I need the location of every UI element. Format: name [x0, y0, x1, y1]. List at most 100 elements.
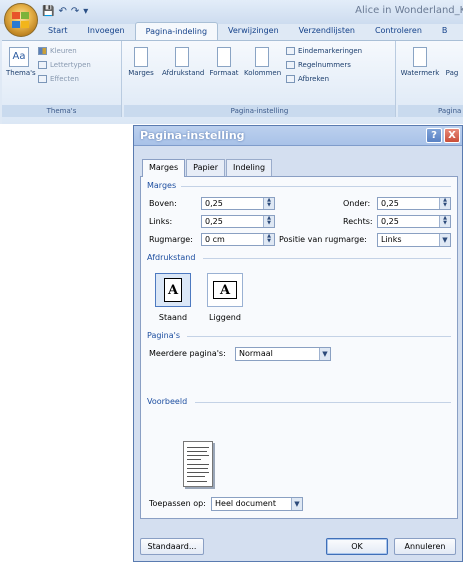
- portrait-option[interactable]: A Staand: [155, 273, 191, 322]
- hyphenation-label: Afbreken: [298, 75, 330, 83]
- tab-controleren[interactable]: Controleren: [365, 22, 432, 40]
- gutter-value: 0 cm: [205, 235, 225, 244]
- orientation-section-title: Afdrukstand: [147, 253, 196, 262]
- right-label: Rechts:: [343, 217, 373, 226]
- themes-group: Aa Thema's Kleuren Lettertypen Effecten …: [2, 41, 122, 117]
- tab-verwijzingen[interactable]: Verwijzingen: [218, 22, 289, 40]
- gutter-input[interactable]: 0 cm ▲ ▼: [201, 233, 275, 246]
- spin-arrows-icon[interactable]: ▲ ▼: [263, 198, 274, 209]
- landscape-label: Liggend: [209, 313, 241, 322]
- columns-icon: [255, 47, 269, 67]
- hyphenation-button[interactable]: Afbreken: [286, 75, 329, 83]
- bottom-label: Onder:: [343, 199, 371, 208]
- dialog-title-bar: Pagina-instelling ? X: [134, 126, 462, 146]
- help-button[interactable]: ?: [426, 128, 442, 143]
- chevron-down-icon[interactable]: ▼: [291, 498, 302, 510]
- document-title: Alice in Wonderland_Kl: [355, 5, 463, 16]
- columns-button[interactable]: Kolommen: [244, 47, 281, 77]
- themes-icon: Aa: [9, 47, 29, 67]
- page-color-button[interactable]: Pag: [442, 47, 462, 77]
- tab-start[interactable]: Start: [38, 22, 78, 40]
- left-margin-input[interactable]: 0,25 ▲ ▼: [201, 215, 275, 228]
- ribbon-tabs: Start Invoegen Pagina-indeling Verwijzin…: [38, 22, 457, 40]
- portrait-label: Staand: [158, 313, 188, 322]
- left-margin-value: 0,25: [205, 217, 223, 226]
- left-label: Links:: [149, 217, 173, 226]
- section-divider: [203, 258, 451, 259]
- spin-arrows-icon[interactable]: ▲ ▼: [439, 216, 450, 227]
- themes-group-label: Thema's: [2, 105, 121, 117]
- section-divider: [195, 402, 451, 403]
- redo-icon[interactable]: ↷: [71, 6, 79, 17]
- preview-section-title: Voorbeeld: [147, 397, 188, 406]
- tab-invoegen[interactable]: Invoegen: [78, 22, 135, 40]
- gutter-label: Rugmarge:: [149, 235, 193, 244]
- multiple-pages-select[interactable]: Normaal ▼: [235, 347, 331, 361]
- apply-to-value: Heel document: [215, 499, 276, 508]
- undo-icon[interactable]: ↶: [58, 6, 66, 17]
- breaks-icon: [286, 47, 295, 55]
- page-background-group-label: Pagina: [398, 105, 463, 117]
- ok-button[interactable]: OK: [326, 538, 388, 555]
- spin-arrows-icon[interactable]: ▲ ▼: [439, 198, 450, 209]
- margins-label: Marges: [128, 69, 154, 77]
- size-icon: [217, 47, 231, 67]
- margins-button[interactable]: Marges: [128, 47, 154, 77]
- colors-icon: [38, 47, 47, 55]
- chevron-down-icon[interactable]: ▼: [319, 348, 330, 360]
- watermark-button[interactable]: Watermerk: [400, 47, 440, 77]
- customize-qat-icon[interactable]: ▾: [83, 6, 88, 17]
- save-icon[interactable]: 💾: [42, 6, 54, 17]
- orientation-button[interactable]: Afdrukstand: [162, 47, 204, 77]
- size-button[interactable]: Formaat: [208, 47, 240, 77]
- top-label: Boven:: [149, 199, 177, 208]
- bottom-margin-value: 0,25: [381, 199, 399, 208]
- tab-papier[interactable]: Papier: [186, 159, 226, 176]
- cancel-button[interactable]: Annuleren: [394, 538, 456, 555]
- tab-verzendlijsten[interactable]: Verzendlijsten: [289, 22, 365, 40]
- landscape-option[interactable]: A Liggend: [207, 273, 243, 322]
- multiple-pages-label: Meerdere pagina's:: [149, 349, 226, 358]
- dialog-panel: Marges Boven: 0,25 ▲ ▼ Onder: 0,25 ▲ ▼ Lin…: [140, 176, 458, 519]
- margins-icon: [134, 47, 148, 67]
- colors-button[interactable]: Kleuren: [38, 47, 77, 55]
- portrait-icon: A: [155, 273, 191, 307]
- dialog-title: Pagina-instelling: [140, 129, 245, 142]
- right-margin-input[interactable]: 0,25 ▲ ▼: [377, 215, 451, 228]
- top-margin-input[interactable]: 0,25 ▲ ▼: [201, 197, 275, 210]
- close-button[interactable]: X: [444, 128, 460, 143]
- themes-button[interactable]: Aa Thema's: [6, 47, 36, 77]
- tab-more[interactable]: B: [432, 22, 458, 40]
- spin-arrows-icon[interactable]: ▲ ▼: [263, 216, 274, 227]
- quick-access-toolbar: 💾 ↶ ↷ ▾: [42, 4, 88, 18]
- chevron-down-icon[interactable]: ▼: [439, 234, 450, 246]
- line-numbers-button[interactable]: Regelnummers: [286, 61, 351, 69]
- effects-icon: [38, 75, 47, 83]
- hyphenation-icon: [286, 75, 295, 83]
- bottom-margin-input[interactable]: 0,25 ▲ ▼: [377, 197, 451, 210]
- office-button[interactable]: [4, 3, 38, 37]
- tab-pagina-indeling[interactable]: Pagina-indeling: [134, 22, 219, 40]
- set-as-default-button[interactable]: Standaard...: [140, 538, 204, 555]
- tab-marges[interactable]: Marges: [142, 159, 186, 177]
- line-numbers-icon: [286, 61, 295, 69]
- effects-label: Effecten: [50, 75, 79, 83]
- gutter-position-select[interactable]: Links ▼: [377, 233, 451, 247]
- fonts-icon: [38, 61, 47, 69]
- effects-button[interactable]: Effecten: [38, 75, 79, 83]
- spin-arrows-icon[interactable]: ▲ ▼: [263, 234, 274, 245]
- apply-to-select[interactable]: Heel document ▼: [211, 497, 303, 511]
- fonts-label: Lettertypen: [50, 61, 91, 69]
- watermark-icon: [413, 47, 427, 67]
- top-margin-value: 0,25: [205, 199, 223, 208]
- pages-section-title: Pagina's: [147, 331, 181, 340]
- fonts-button[interactable]: Lettertypen: [38, 61, 91, 69]
- breaks-button[interactable]: Eindemarkeringen: [286, 47, 362, 55]
- ribbon-body: Aa Thema's Kleuren Lettertypen Effecten …: [2, 40, 463, 124]
- line-numbers-label: Regelnummers: [298, 61, 351, 69]
- colors-label: Kleuren: [50, 47, 77, 55]
- page-color-label: Pag: [445, 69, 459, 77]
- title-bar: 💾 ↶ ↷ ▾ Alice in Wonderland_Kl: [0, 0, 463, 24]
- dialog-tabs: Marges Papier Indeling: [142, 159, 273, 177]
- tab-indeling[interactable]: Indeling: [226, 159, 273, 176]
